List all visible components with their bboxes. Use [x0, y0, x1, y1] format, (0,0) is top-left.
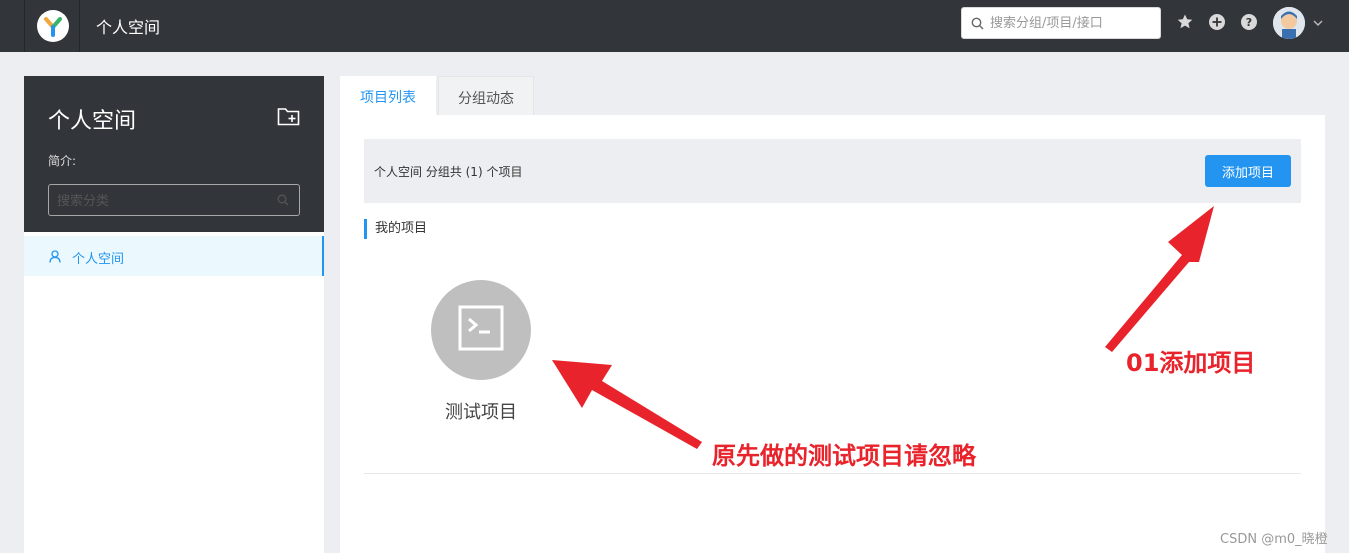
watermark: CSDN @m0_晓橙: [1220, 532, 1328, 547]
arrow-to-project: [552, 360, 702, 449]
annotation-arrows: [552, 206, 1214, 449]
add-project-annotation: 01添加项目: [1126, 349, 1256, 377]
arrow-to-add-button: [1105, 206, 1214, 352]
ignore-project-annotation: 原先做的测试项目请忽略: [712, 442, 976, 470]
